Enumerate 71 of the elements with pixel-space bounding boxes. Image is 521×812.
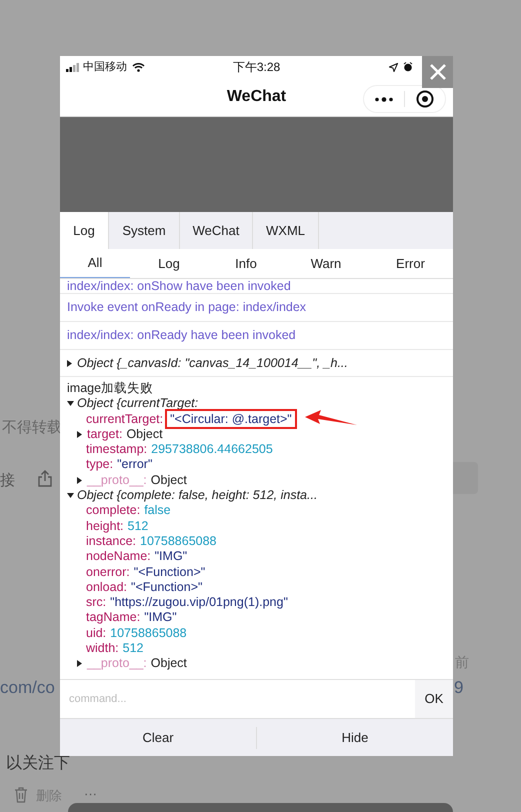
command-input[interactable]: command...: [60, 680, 415, 718]
property-name: instance:: [86, 534, 136, 550]
property-name: timestamp:: [86, 442, 148, 458]
alarm-icon: [403, 62, 413, 72]
capsule-button[interactable]: [363, 85, 446, 113]
property-name: onload:: [86, 580, 128, 596]
carrier-text: 中国移动: [83, 60, 127, 75]
property-name: nodeName:: [86, 549, 151, 565]
log-text: index/index: onShow have been invoked: [67, 279, 291, 295]
link-label: 接: [0, 471, 15, 491]
ok-button[interactable]: OK: [415, 680, 453, 718]
signal-icon: [66, 62, 80, 72]
property-name: target:: [87, 426, 122, 442]
property-name: height:: [86, 518, 124, 534]
wifi-icon: [132, 62, 145, 72]
collapse-icon[interactable]: [67, 401, 74, 406]
property-name: __proto__:: [87, 472, 147, 488]
property-value: 10758865088: [110, 626, 187, 642]
property-value: "<Function>": [131, 580, 202, 596]
filter-tab[interactable]: Log: [130, 249, 208, 278]
property-name: tagName:: [86, 610, 140, 626]
link-text: com/co: [0, 677, 55, 699]
log-text: index/index: onReady have been invoked: [67, 327, 296, 344]
collapse-icon[interactable]: [67, 493, 74, 498]
property-value: Object: [126, 426, 163, 442]
share-icon[interactable]: [37, 469, 53, 487]
property-value: "<Function>": [134, 564, 206, 580]
property-value: false: [144, 503, 171, 519]
property-value: 295738806.44662505: [151, 442, 273, 458]
property-name: onerror:: [86, 564, 130, 580]
expand-icon[interactable]: [77, 660, 82, 668]
property-name: __proto__:: [87, 656, 147, 672]
property-name: currentTarget:: [86, 412, 164, 427]
property-name: complete:: [86, 503, 140, 519]
location-icon: [389, 62, 398, 72]
filter-tab[interactable]: Info: [208, 249, 284, 278]
property-name: uid:: [86, 626, 106, 642]
property-value: "error": [117, 457, 152, 473]
property-value: 512: [122, 641, 144, 656]
log-text: image加载失败: [67, 381, 154, 396]
expand-icon[interactable]: [77, 476, 82, 484]
property-value: "<Circular: @.target>": [170, 412, 292, 426]
filter-tab[interactable]: Error: [368, 249, 453, 278]
console-tab[interactable]: Log: [60, 212, 109, 249]
property-value: "IMG": [144, 610, 177, 626]
page-title: WeChat: [226, 87, 286, 107]
log-text: Invoke event onReady in page: index/index: [67, 299, 306, 316]
property-name: type:: [86, 457, 114, 473]
object-summary[interactable]: Object {_canvasId: "canvas_14_100014__", _h...: [77, 354, 348, 372]
clock-text: 下午3:28: [232, 59, 280, 76]
property-name: width:: [86, 641, 119, 656]
property-value: Object: [150, 472, 187, 488]
expand-icon[interactable]: [67, 360, 72, 366]
record-icon[interactable]: [416, 90, 434, 108]
close-icon: [428, 62, 448, 82]
object-summary[interactable]: Object {currentTarget:: [77, 396, 198, 412]
number-text: 9: [454, 677, 464, 699]
more-icon[interactable]: [375, 96, 393, 102]
property-value: "IMG": [154, 549, 188, 565]
property-value: Object: [150, 656, 187, 672]
follow-text: 以关注下: [6, 754, 70, 774]
property-value: 10758865088: [140, 534, 217, 550]
expand-icon[interactable]: [77, 431, 82, 438]
filter-tab[interactable]: Warn: [284, 249, 368, 278]
property-value: 512: [128, 518, 148, 534]
footer-button[interactable]: Hide: [257, 719, 453, 756]
filter-tab[interactable]: All: [60, 249, 130, 278]
object-summary[interactable]: Object {complete: false, height: 512, insta...: [77, 488, 318, 504]
property-name: src:: [86, 595, 106, 610]
footer-button[interactable]: Clear: [60, 719, 256, 756]
property-value: "https://zugou.vip/01png(1).png": [110, 595, 288, 610]
